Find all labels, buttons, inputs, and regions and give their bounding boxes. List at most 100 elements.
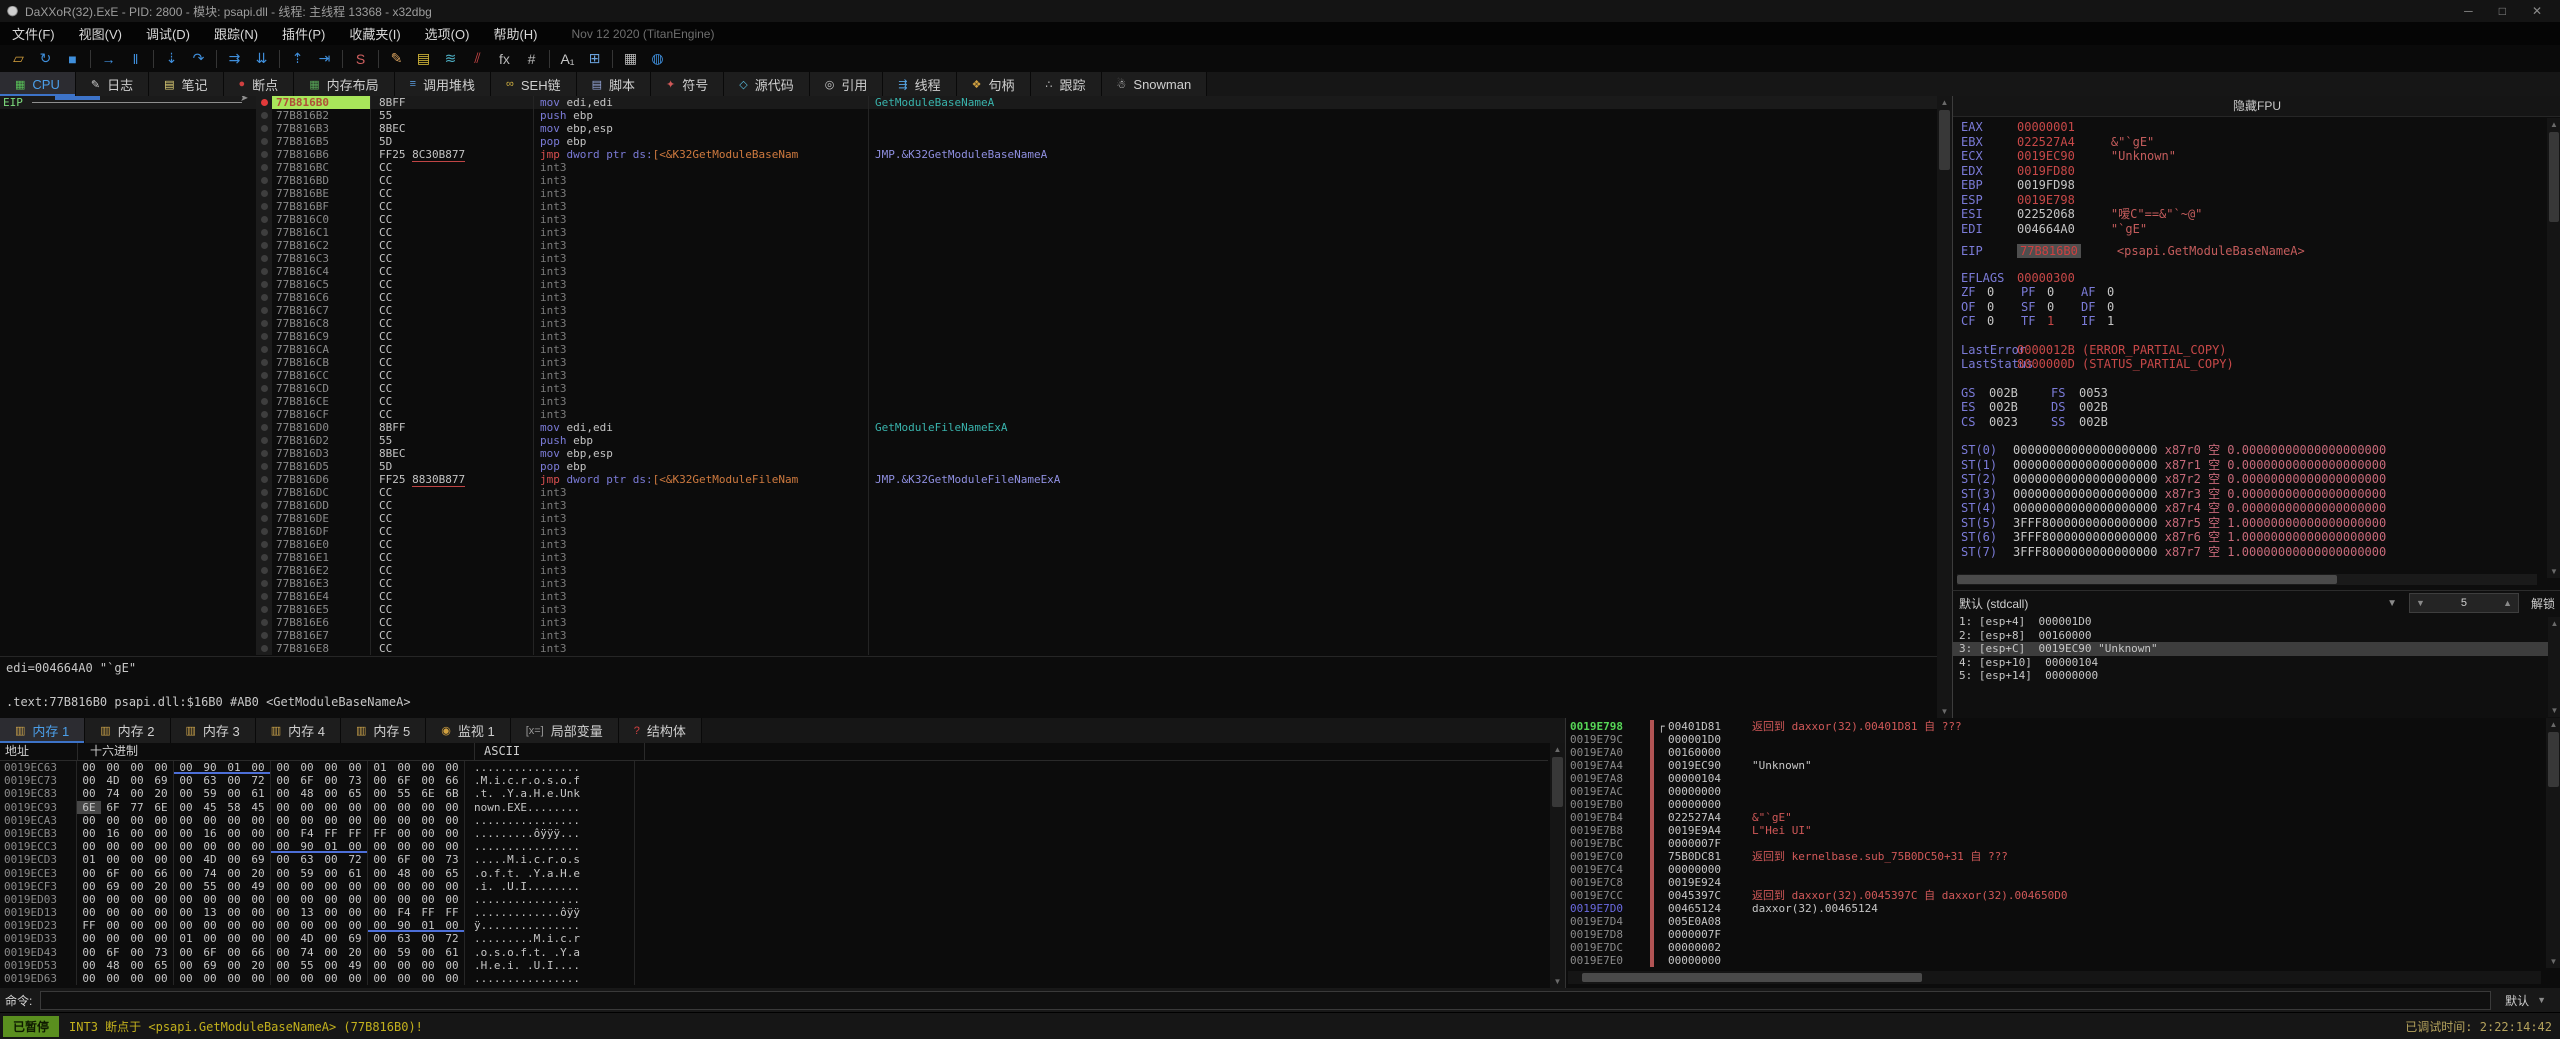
tab-seh[interactable]: ∞SEH链	[491, 72, 577, 96]
disasm-row[interactable]: 77B816B38BECmov ebp,esp	[0, 122, 1937, 135]
breakpoint-slot[interactable]	[261, 164, 268, 171]
breakpoint-column[interactable]	[256, 317, 272, 330]
breakpoint-slot[interactable]	[261, 437, 268, 444]
registers-scrollbar[interactable]: ▲ ▼	[2547, 118, 2560, 578]
dump-row[interactable]: 0019ECE3006F0066007400200059006100480065…	[0, 867, 1548, 880]
register-row[interactable]: EDX0019FD80	[1961, 164, 2543, 179]
register-row[interactable]: ST(1)00000000000000000000 x87r1 空 0.0000…	[1961, 458, 2543, 473]
dump-scrollbar[interactable]: ▲ ▼	[1550, 743, 1565, 988]
breakpoint-slot[interactable]	[261, 645, 268, 652]
breakpoint-column[interactable]	[256, 499, 272, 512]
register-row[interactable]: ES002BDS002B	[1961, 400, 2543, 415]
stack-hscrollbar[interactable]	[1568, 971, 2541, 984]
tab-dump-4[interactable]: ▥内存 4	[256, 718, 341, 743]
tab-notes[interactable]: ▤笔记	[149, 72, 223, 96]
breakpoint-slot[interactable]	[261, 255, 268, 262]
scroll-down-arrow[interactable]: ▼	[1550, 977, 1565, 986]
breakpoint-slot[interactable]	[261, 411, 268, 418]
register-row[interactable]: CS0023SS002B	[1961, 415, 2543, 430]
argument-count-spinner[interactable]: ▼ 5 ▲	[2409, 593, 2519, 613]
dump-row[interactable]: 0019EC73004D006900630072006F0073006F0066…	[0, 774, 1548, 787]
scroll-thumb[interactable]	[2549, 132, 2559, 222]
breakpoint-slot[interactable]	[261, 190, 268, 197]
function-icon[interactable]: fx	[491, 47, 518, 71]
dump-row[interactable]: 0019EC6300000000009001000000000001000000…	[0, 761, 1548, 774]
dump-row[interactable]: 0019ED6300000000000000000000000000000000…	[0, 972, 1548, 985]
breakpoint-slot[interactable]	[261, 216, 268, 223]
stack-rows[interactable]: 0019E798┌00401D81返回到 daxxor(32).00401D81…	[1566, 720, 2546, 967]
register-row[interactable]: ST(0)00000000000000000000 x87r0 空 0.0000…	[1961, 443, 2543, 458]
breakpoint-column[interactable]	[256, 343, 272, 356]
menu-item-5[interactable]: 插件(P)	[270, 27, 337, 42]
dump-row[interactable]: 0019ECF300690020005500490000000000000000…	[0, 880, 1548, 893]
tab-threads[interactable]: ⇶线程	[883, 72, 956, 96]
register-row[interactable]: EAX00000001	[1961, 120, 2543, 135]
step-over-icon[interactable]: ↷	[185, 47, 212, 71]
breakpoint-column[interactable]	[256, 213, 272, 226]
stack-row[interactable]: 0019E7E000000000	[1566, 954, 2546, 967]
register-row[interactable]: ESI02252068 "嗳C"==&"`~@"	[1961, 207, 2543, 222]
scroll-up-arrow[interactable]: ▲	[1937, 98, 1952, 107]
register-row[interactable]: ST(4)00000000000000000000 x87r4 空 0.0000…	[1961, 501, 2543, 516]
registers-hscrollbar[interactable]	[1957, 574, 2537, 585]
calling-convention-select[interactable]: 默认 (stdcall)	[1959, 595, 2028, 612]
breakpoint-slot[interactable]	[261, 125, 268, 132]
stack-row[interactable]: 0019E7D000465124daxxor(32).00465124	[1566, 902, 2546, 915]
dump-row[interactable]: 0019ECB3001600000016000000F4FFFFFF000000…	[0, 827, 1548, 840]
spinner-down-icon[interactable]: ▼	[2416, 598, 2425, 608]
disasm-row[interactable]: 77B816C5CCint3	[0, 278, 1937, 291]
breakpoint-column[interactable]	[256, 434, 272, 447]
calculator-icon[interactable]: ▦	[617, 47, 644, 71]
breakpoint-column[interactable]	[256, 395, 272, 408]
disasm-row[interactable]: 77B816C4CCint3	[0, 265, 1937, 278]
step-out-icon[interactable]: ⇡	[284, 47, 311, 71]
breakpoint-slot[interactable]	[261, 242, 268, 249]
arguments-scrollbar[interactable]: ▲ ▼	[2548, 617, 2560, 717]
tab-struct[interactable]: ?结构体	[619, 718, 702, 743]
open-file-icon[interactable]: ▱	[5, 47, 32, 71]
scroll-thumb[interactable]	[1552, 757, 1563, 807]
breakpoint-column[interactable]	[256, 460, 272, 473]
tab-locals[interactable]: [x=]局部变量	[511, 718, 619, 743]
scroll-up-arrow[interactable]: ▲	[2547, 120, 2560, 129]
breakpoint-slot[interactable]	[261, 333, 268, 340]
disasm-row[interactable]: 77B816E4CCint3	[0, 590, 1937, 603]
register-row[interactable]: ST(3)00000000000000000000 x87r3 空 0.0000…	[1961, 487, 2543, 502]
registers-panel[interactable]: 隐藏FPU EAX00000001EBX022527A4 &"`gE"ECX00…	[1952, 96, 2560, 590]
stack-row[interactable]: 0019E7D80000007F	[1566, 928, 2546, 941]
internet-icon[interactable]: ◍	[644, 47, 671, 71]
breakpoint-slot[interactable]	[261, 346, 268, 353]
stack-scrollbar[interactable]: ▲ ▼	[2546, 718, 2560, 968]
register-row[interactable]: EBP0019FD98	[1961, 178, 2543, 193]
menu-item-2[interactable]: 视图(V)	[67, 27, 134, 42]
breakpoint-column[interactable]	[256, 265, 272, 278]
breakpoint-column[interactable]	[256, 304, 272, 317]
argument-row[interactable]: 3: [esp+C] 0019EC90 "Unknown"	[1953, 642, 2560, 656]
breakpoint-slot[interactable]	[261, 567, 268, 574]
register-row[interactable]: ST(7)3FFF8000000000000000 x87r7 空 1.0000…	[1961, 545, 2543, 560]
breakpoint-slot[interactable]	[261, 463, 268, 470]
disasm-row[interactable]: 77B816C3CCint3	[0, 252, 1937, 265]
scroll-down-arrow[interactable]: ▼	[1937, 707, 1952, 716]
disasm-row[interactable]: 77B816C6CCint3	[0, 291, 1937, 304]
scroll-up-arrow[interactable]: ▲	[1550, 745, 1565, 754]
breakpoint-column[interactable]	[256, 590, 272, 603]
topmost-icon[interactable]: ⊞	[581, 47, 608, 71]
argument-row[interactable]: 1: [esp+4] 000001D0	[1953, 615, 2560, 629]
assemble-icon[interactable]: ✎	[383, 47, 410, 71]
disassembly-panel[interactable]: 77B816B08BFFmov edi,ediGetModuleBaseName…	[0, 96, 1937, 718]
breakpoint-slot[interactable]	[261, 151, 268, 158]
disasm-row[interactable]: 77B816C7CCint3	[0, 304, 1937, 317]
breakpoint-slot[interactable]	[261, 320, 268, 327]
disasm-row[interactable]: 77B816DCCCint3	[0, 486, 1937, 499]
disasm-row[interactable]: 77B816DECCint3	[0, 512, 1937, 525]
breakpoint-slot[interactable]	[261, 385, 268, 392]
disasm-row[interactable]: 77B816D08BFFmov edi,ediGetModuleFileName…	[0, 421, 1937, 434]
stack-row[interactable]: 0019E7B000000000	[1566, 798, 2546, 811]
breakpoint-slot[interactable]	[261, 281, 268, 288]
register-row[interactable]: ESP0019E798	[1961, 193, 2543, 208]
breakpoint-slot[interactable]	[261, 606, 268, 613]
breakpoint-column[interactable]	[256, 525, 272, 538]
tab-memory-map[interactable]: ▦内存布局	[294, 72, 394, 96]
comment-icon[interactable]: ▤	[410, 47, 437, 71]
